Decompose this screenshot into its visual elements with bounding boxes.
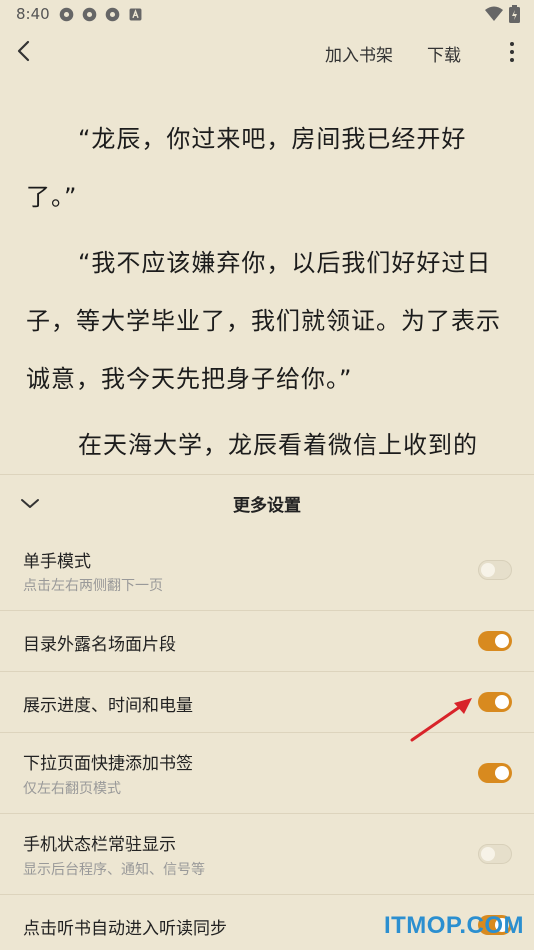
reading-content[interactable]: “龙辰，你过来吧，房间我已经开好了。” “我不应该嫌弃你，以后我们好好过日子，等… — [26, 110, 512, 474]
toggle-switch[interactable] — [478, 631, 512, 651]
setting-row-catalog-scenes[interactable]: 目录外露名场面片段 — [0, 611, 534, 672]
setting-row-pull-bookmark[interactable]: 下拉页面快捷添加书签 仅左右翻页模式 — [0, 733, 534, 814]
setting-subtitle: 仅左右翻页模式 — [23, 781, 121, 797]
setting-title: 单手模式 — [23, 552, 91, 572]
status-bar: 8:40 — [0, 0, 534, 28]
status-time: 8:40 — [16, 5, 50, 23]
setting-title: 下拉页面快捷添加书签 — [23, 754, 193, 774]
battery-icon — [509, 5, 520, 23]
more-menu-icon[interactable] — [502, 38, 522, 66]
reader-page: 8:40 加入书架 下载 “龙辰，你过来吧，房间我已经开好了。” “我不应该嫌弃… — [0, 0, 534, 950]
a-notification-icon — [129, 8, 142, 21]
toggle-switch[interactable] — [478, 560, 512, 580]
toggle-switch[interactable] — [478, 763, 512, 783]
setting-row-one-hand-mode[interactable]: 单手模式 点击左右两侧翻下一页 — [0, 531, 534, 611]
top-bar: 加入书架 下载 — [0, 30, 534, 74]
annotation-arrow-icon — [410, 698, 472, 742]
app-notification-icon — [82, 7, 97, 22]
watermark: ITMOP.COM — [383, 912, 524, 939]
setting-title: 点击听书自动进入听读同步 — [23, 919, 227, 939]
setting-title: 目录外露名场面片段 — [23, 635, 176, 655]
paragraph: 在天海大学，龙辰看着微信上收到的 — [78, 431, 478, 459]
setting-row-status-bar[interactable]: 手机状态栏常驻显示 显示后台程序、通知、信号等 — [0, 814, 534, 895]
app-notification-icon — [105, 7, 120, 22]
app-notification-icon — [59, 7, 74, 22]
toggle-switch[interactable] — [478, 844, 512, 864]
back-button[interactable] — [12, 38, 38, 64]
setting-subtitle: 显示后台程序、通知、信号等 — [23, 862, 205, 878]
download-button[interactable]: 下载 — [427, 41, 461, 66]
setting-subtitle: 点击左右两侧翻下一页 — [23, 578, 163, 594]
paragraph: “我不应该嫌弃你，以后我们好好过日子，等大学毕业了，我们就领证。为了表示诚意，我… — [26, 249, 501, 393]
panel-header: 更多设置 — [0, 475, 534, 531]
panel-title: 更多设置 — [233, 496, 301, 516]
wifi-icon — [485, 6, 503, 21]
setting-title: 展示进度、时间和电量 — [23, 696, 193, 716]
setting-title: 手机状态栏常驻显示 — [23, 835, 176, 855]
add-to-shelf-button[interactable]: 加入书架 — [325, 41, 393, 66]
paragraph: “龙辰，你过来吧，房间我已经开好了。” — [26, 125, 467, 211]
toggle-switch[interactable] — [478, 692, 512, 712]
